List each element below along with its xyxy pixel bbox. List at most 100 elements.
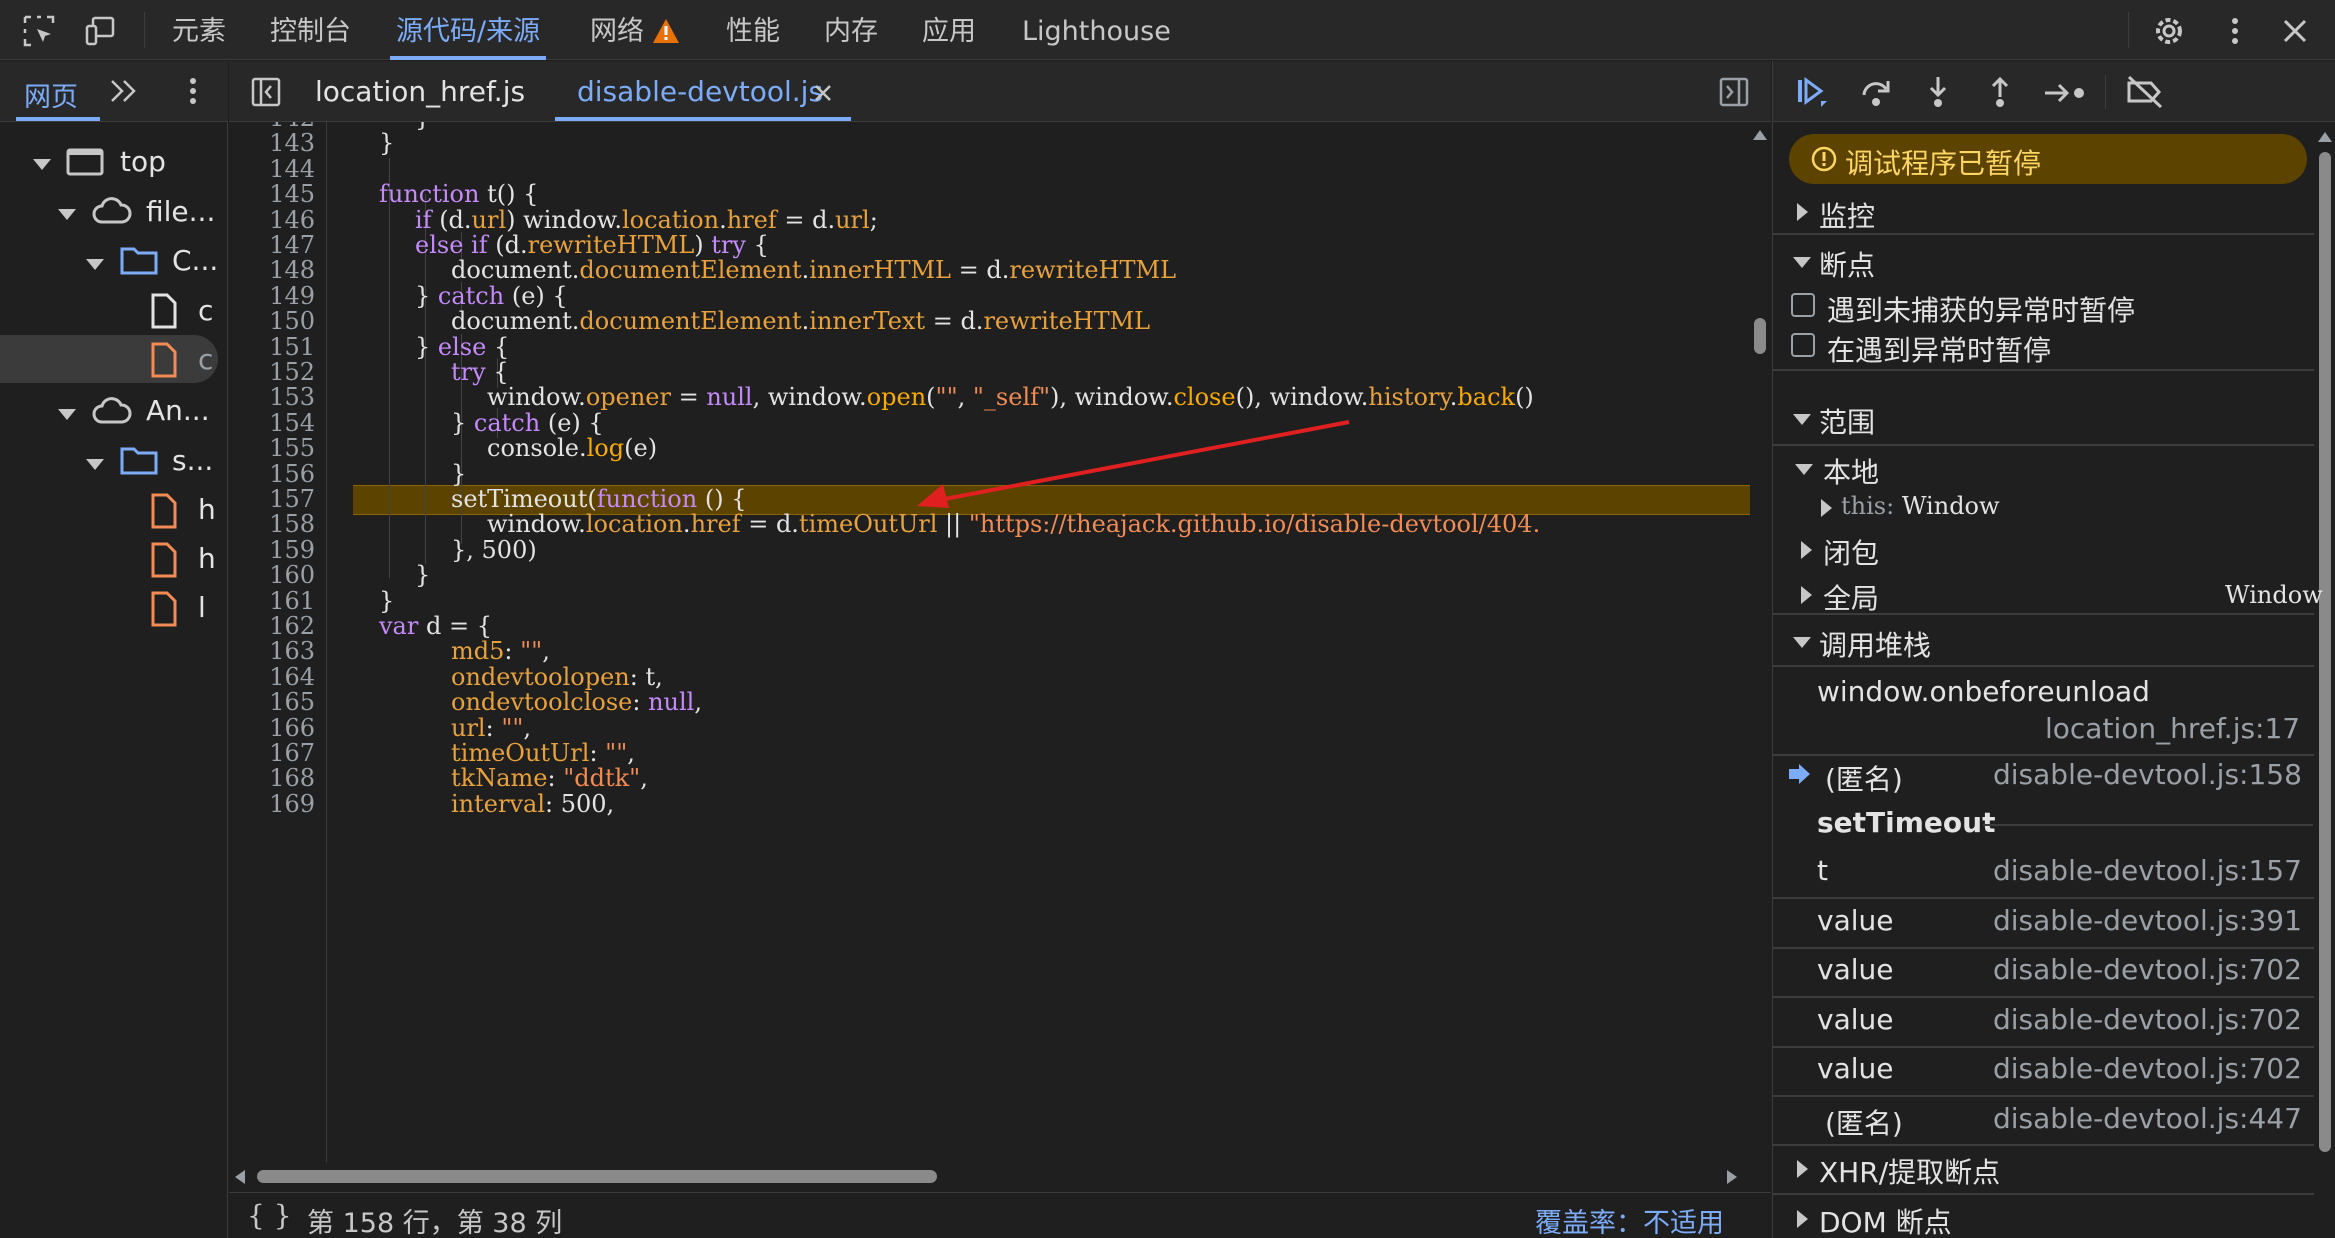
tree-item-file-5[interactable]: l	[198, 591, 206, 624]
toggle-debugger-icon[interactable]	[1719, 77, 1749, 107]
expand-arrow-icon[interactable]	[1797, 1160, 1808, 1178]
callstack-frame-location[interactable]: disable-devtool.js:157	[1993, 854, 2302, 887]
scope-closure[interactable]: 闭包	[1823, 532, 1879, 572]
line-number[interactable]: 145	[229, 180, 315, 208]
chevron-double-right-icon[interactable]	[108, 77, 140, 105]
expand-arrow-icon[interactable]	[1797, 1210, 1808, 1228]
line-number[interactable]: 148	[229, 256, 315, 284]
line-number[interactable]: 166	[229, 714, 315, 742]
line-number[interactable]: 146	[229, 206, 315, 234]
callstack-frame-name[interactable]: value	[1817, 904, 1893, 937]
callstack-frame-location[interactable]: disable-devtool.js:158	[1993, 758, 2302, 791]
section-watch[interactable]: 监控	[1819, 195, 1875, 235]
callstack-frame-name[interactable]: window.onbeforeunload	[1817, 675, 2150, 708]
callstack-frame-location[interactable]: location_href.js:17	[2045, 712, 2300, 745]
tab-memory[interactable]: 内存	[824, 0, 878, 60]
scroll-left-icon[interactable]	[235, 1170, 245, 1184]
line-number[interactable]: 168	[229, 764, 315, 792]
settings-icon[interactable]	[2152, 14, 2186, 48]
callstack-frame-name[interactable]: (匿名)	[1825, 758, 1903, 798]
callstack-frame-location[interactable]: disable-devtool.js:702	[1993, 953, 2302, 986]
section-breakpoints[interactable]: 断点	[1819, 244, 1875, 284]
tab-sources[interactable]: 源代码/来源	[389, 0, 547, 60]
collapse-arrow-icon[interactable]	[1793, 414, 1811, 425]
line-number[interactable]: 157	[229, 485, 315, 513]
scroll-right-icon[interactable]	[1727, 1170, 1737, 1184]
line-number[interactable]: 147	[229, 231, 315, 259]
close-tab-icon[interactable]	[813, 83, 833, 103]
inspect-icon[interactable]	[22, 14, 56, 48]
callstack-frame-name[interactable]: t	[1817, 854, 1828, 887]
tab-location-href[interactable]: location_href.js	[315, 75, 525, 108]
close-icon[interactable]	[2278, 14, 2312, 48]
step-out-icon[interactable]	[1985, 75, 2015, 109]
expand-arrow-icon[interactable]	[86, 459, 104, 470]
scroll-up-icon[interactable]	[2318, 132, 2332, 142]
line-number[interactable]: 169	[229, 790, 315, 818]
callstack-frame-location[interactable]: disable-devtool.js:702	[1993, 1003, 2302, 1036]
line-number[interactable]: 162	[229, 612, 315, 640]
callstack-frame-name[interactable]: value	[1817, 1052, 1893, 1085]
line-number[interactable]: 149	[229, 282, 315, 310]
sidebar-scrollbar[interactable]	[2314, 122, 2335, 1238]
toggle-navigator-icon[interactable]	[251, 77, 281, 107]
line-number[interactable]: 154	[229, 409, 315, 437]
section-scope[interactable]: 范围	[1819, 401, 1875, 441]
line-number[interactable]: 161	[229, 587, 315, 615]
code-editor[interactable]: 142}143}144145function t() {146if (d.url…	[229, 122, 1771, 1192]
section-dom-breakpoints[interactable]: DOM 断点	[1819, 1201, 1952, 1238]
horizontal-scrollbar[interactable]	[229, 1162, 1750, 1192]
tree-item-an[interactable]: An...	[146, 394, 210, 427]
tab-performance[interactable]: 性能	[726, 0, 780, 60]
deactivate-breakpoints-icon[interactable]	[2125, 75, 2165, 109]
tree-item-file-3[interactable]: h	[198, 493, 216, 526]
expand-arrow-icon[interactable]	[58, 409, 76, 420]
collapse-arrow-icon[interactable]	[1793, 257, 1811, 268]
line-number[interactable]: 152	[229, 358, 315, 386]
expand-arrow-icon[interactable]	[1821, 499, 1832, 517]
callstack-frame-name[interactable]: value	[1817, 1003, 1893, 1036]
section-xhr-breakpoints[interactable]: XHR/提取断点	[1819, 1151, 2000, 1191]
tree-item-top[interactable]: top	[120, 145, 166, 178]
line-number[interactable]: 158	[229, 510, 315, 538]
tree-item-file-1[interactable]: c	[198, 294, 213, 327]
pretty-print-icon[interactable]: { }	[247, 1199, 292, 1232]
tree-item-folder-c[interactable]: C...	[172, 244, 218, 277]
line-number[interactable]: 144	[229, 155, 315, 183]
tree-item-file-2[interactable]: c	[198, 343, 213, 376]
line-number[interactable]: 160	[229, 561, 315, 589]
line-number[interactable]: 155	[229, 434, 315, 462]
section-callstack[interactable]: 调用堆栈	[1819, 624, 1931, 664]
line-number[interactable]: 153	[229, 383, 315, 411]
expand-arrow-icon[interactable]	[33, 159, 51, 170]
more-icon[interactable]	[178, 75, 208, 107]
scope-global[interactable]: 全局	[1823, 577, 1879, 617]
scrollbar-thumb[interactable]	[1754, 318, 1766, 354]
line-number[interactable]: 159	[229, 536, 315, 564]
scope-this[interactable]: this: Window	[1841, 492, 2000, 520]
pause-uncaught-checkbox[interactable]	[1791, 293, 1815, 317]
line-number[interactable]: 164	[229, 663, 315, 691]
line-number[interactable]: 163	[229, 637, 315, 665]
resume-icon[interactable]	[1795, 77, 1831, 109]
tab-application[interactable]: 应用	[922, 0, 976, 60]
line-number[interactable]: 143	[229, 129, 315, 157]
pause-caught-checkbox[interactable]	[1791, 333, 1815, 357]
callstack-frame-name[interactable]: (匿名)	[1825, 1102, 1903, 1142]
line-number[interactable]: 150	[229, 307, 315, 335]
line-number[interactable]: 151	[229, 333, 315, 361]
device-toggle-icon[interactable]	[84, 14, 118, 48]
scrollbar-thumb[interactable]	[257, 1170, 937, 1183]
collapse-arrow-icon[interactable]	[1793, 637, 1811, 648]
line-number[interactable]: 156	[229, 460, 315, 488]
tab-console[interactable]: 控制台	[270, 0, 351, 60]
scrollbar-thumb[interactable]	[2319, 152, 2331, 1152]
tree-item-folder-s[interactable]: s...	[172, 444, 213, 477]
coverage-link[interactable]: 覆盖率：不适用	[1535, 1201, 1724, 1238]
step-into-icon[interactable]	[1923, 75, 1953, 109]
collapse-arrow-icon[interactable]	[1795, 464, 1813, 475]
vertical-scrollbar[interactable]	[1750, 122, 1771, 1192]
more-icon[interactable]	[2218, 14, 2252, 48]
scope-local[interactable]: 本地	[1823, 451, 1879, 491]
expand-arrow-icon[interactable]	[1801, 541, 1812, 559]
